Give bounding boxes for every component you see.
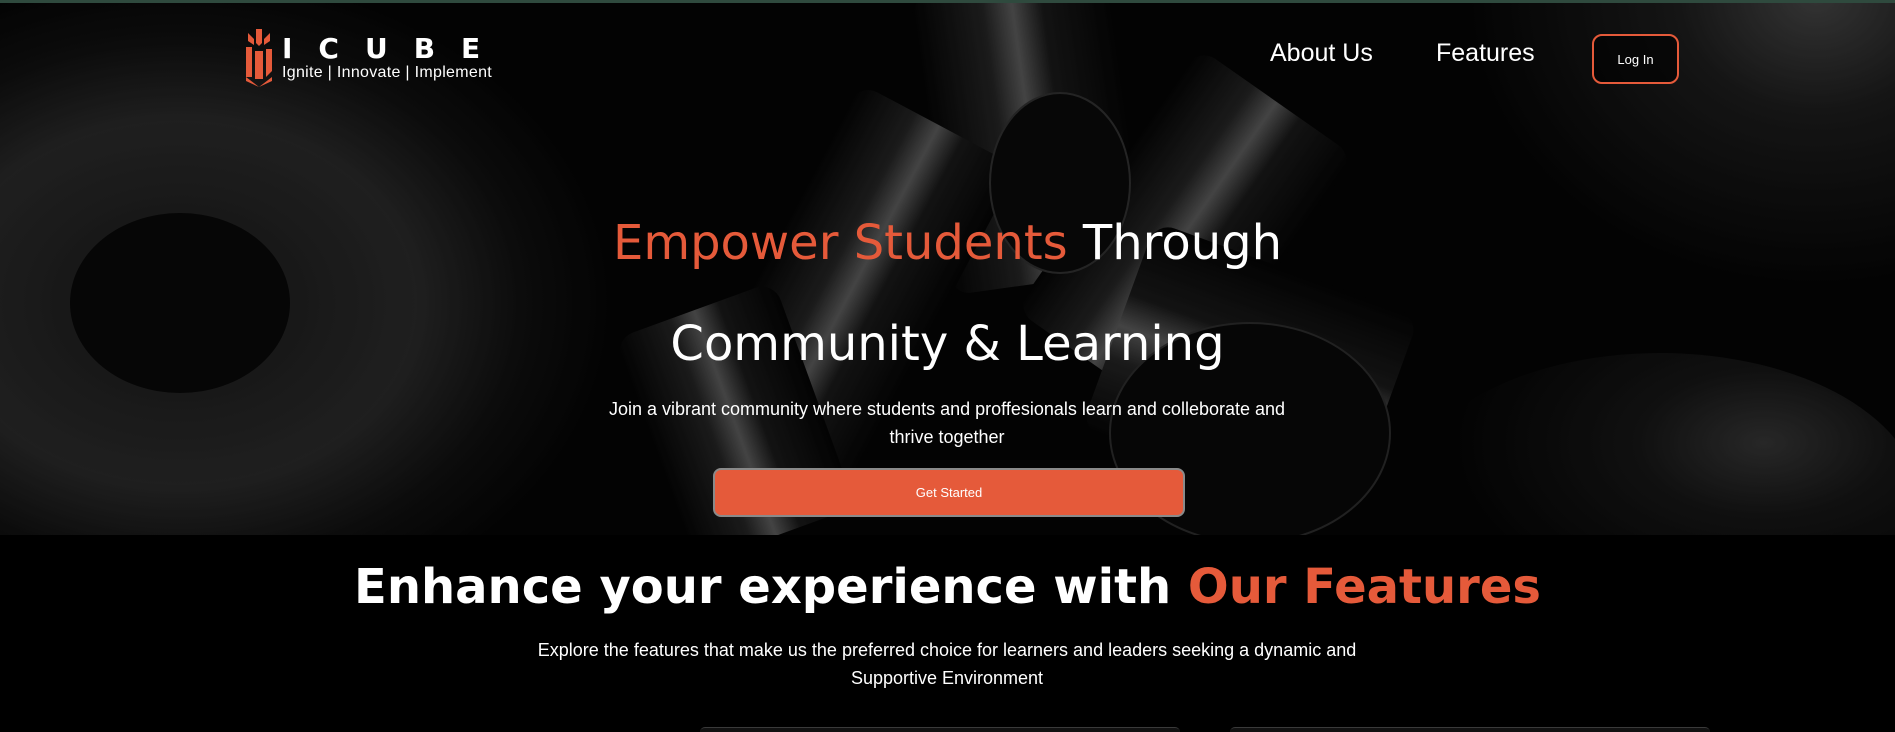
feature-card[interactable] (700, 727, 1180, 732)
nav-features[interactable]: Features (1436, 37, 1535, 69)
brand-tagline: Ignite | Innovate | Implement (282, 64, 493, 81)
features-subtitle: Explore the features that make us the pr… (537, 640, 1357, 688)
get-started-button[interactable]: Get Started (713, 468, 1185, 517)
hero-title-rest: Through (1067, 215, 1283, 271)
features-title: Enhance your experience with Our Feature… (0, 556, 1895, 618)
features-title-accent: Our Features (1187, 559, 1541, 615)
nav-about-us[interactable]: About Us (1270, 37, 1373, 69)
icube-logo-icon (246, 29, 272, 87)
login-button[interactable]: Log In (1592, 34, 1679, 84)
hero-title-line2: Community & Learning (670, 316, 1225, 372)
hero-title-line1: Empower Students Through (0, 214, 1895, 272)
features-title-prefix: Enhance your experience with (354, 559, 1188, 615)
hero-section: ICUBE Ignite | Innovate | Implement Abou… (0, 3, 1895, 535)
brand-name: ICUBE (282, 32, 507, 65)
feature-card[interactable] (1230, 727, 1710, 732)
brand-logo[interactable]: ICUBE Ignite | Innovate | Implement (244, 29, 506, 87)
hero-subtitle: Join a vibrant community where students … (608, 399, 1286, 447)
hero-title-accent: Empower Students (612, 215, 1068, 271)
